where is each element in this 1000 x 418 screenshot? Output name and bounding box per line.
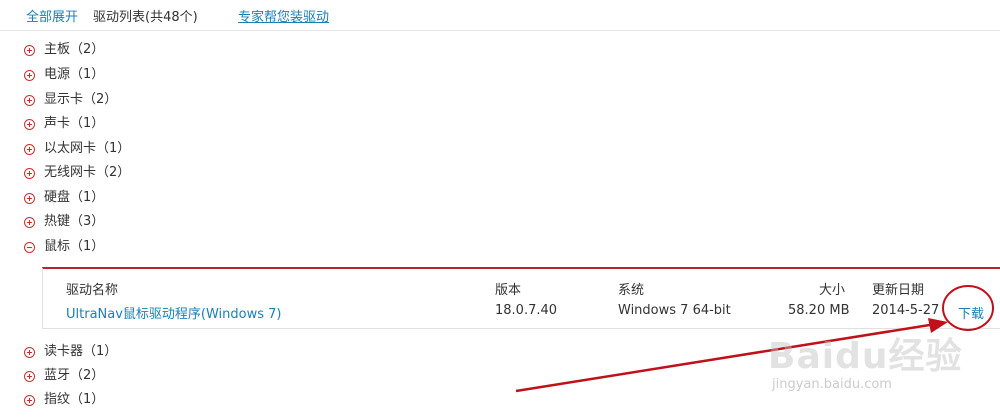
category-mouse[interactable]: 鼠标（1） bbox=[24, 238, 104, 256]
expand-icon[interactable] bbox=[24, 69, 35, 81]
category-fingerprint[interactable]: 指纹（1） bbox=[24, 391, 104, 409]
category-label: 电源（1） bbox=[44, 67, 105, 82]
category-label: 主板（2） bbox=[44, 42, 105, 57]
header-date: 更新日期 bbox=[872, 283, 925, 298]
driver-size: 58.20 MB bbox=[788, 303, 850, 318]
collapse-icon[interactable] bbox=[24, 241, 35, 253]
category-wireless[interactable]: 无线网卡（2） bbox=[24, 164, 130, 182]
category-label: 声卡（1） bbox=[44, 116, 105, 131]
expand-icon[interactable] bbox=[24, 94, 35, 106]
expand-icon[interactable] bbox=[24, 394, 35, 406]
expand-icon[interactable] bbox=[24, 192, 35, 204]
expand-icon[interactable] bbox=[24, 167, 35, 179]
header-driver-name: 驱动名称 bbox=[66, 283, 119, 298]
driver-date: 2014-5-27 bbox=[872, 303, 940, 318]
header-system: 系统 bbox=[618, 283, 645, 298]
expand-icon[interactable] bbox=[24, 346, 35, 358]
annotation-overlay bbox=[515, 285, 994, 393]
expand-icon[interactable] bbox=[24, 118, 35, 130]
category-label: 无线网卡（2） bbox=[44, 165, 131, 180]
expand-icon[interactable] bbox=[24, 216, 35, 228]
category-sound-card[interactable]: 声卡（1） bbox=[24, 115, 104, 133]
category-label: 指纹（1） bbox=[44, 392, 105, 407]
category-card-reader[interactable]: 读卡器（1） bbox=[24, 343, 117, 361]
header-version: 版本 bbox=[495, 283, 522, 298]
expand-all-link[interactable]: 全部展开 bbox=[26, 6, 78, 25]
category-power[interactable]: 电源（1） bbox=[24, 66, 104, 84]
watermark-url: jingyan.baidu.com bbox=[772, 377, 892, 392]
driver-version: 18.0.7.40 bbox=[495, 303, 558, 318]
expand-icon[interactable] bbox=[24, 370, 35, 382]
category-hotkey[interactable]: 热键（3） bbox=[24, 213, 104, 231]
driver-system: Windows 7 64-bit bbox=[618, 303, 731, 318]
expand-icon[interactable] bbox=[24, 44, 35, 56]
watermark-logo: Baidu经验 bbox=[768, 336, 963, 377]
category-display-card[interactable]: 显示卡（2） bbox=[24, 91, 117, 109]
category-label: 热键（3） bbox=[44, 214, 105, 229]
category-label: 鼠标（1） bbox=[44, 239, 105, 254]
category-hard-disk[interactable]: 硬盘（1） bbox=[24, 189, 104, 207]
category-ethernet[interactable]: 以太网卡（1） bbox=[24, 140, 130, 158]
category-label: 以太网卡（1） bbox=[44, 141, 131, 156]
expand-icon[interactable] bbox=[24, 143, 35, 155]
driver-list-page: 全部展开 驱动列表(共48个) 专家帮您装驱动 主板（2） 电源（1） 显示卡（… bbox=[0, 0, 1000, 418]
driver-table: 驱动名称 版本 系统 大小 更新日期 UltraNav鼠标驱动程序(Window… bbox=[42, 267, 1000, 329]
driver-name-link[interactable]: UltraNav鼠标驱动程序(Windows 7) bbox=[66, 303, 282, 322]
expert-help-link[interactable]: 专家帮您装驱动 bbox=[238, 6, 329, 25]
driver-list-title: 驱动列表(共48个) bbox=[93, 10, 198, 25]
category-label: 读卡器（1） bbox=[44, 344, 118, 359]
category-label: 硬盘（1） bbox=[44, 190, 105, 205]
category-bluetooth[interactable]: 蓝牙（2） bbox=[24, 367, 104, 385]
download-link[interactable]: 下载 bbox=[958, 303, 984, 322]
category-mainboard[interactable]: 主板（2） bbox=[24, 41, 104, 59]
category-label: 蓝牙（2） bbox=[44, 368, 105, 383]
baidu-watermark: Baidu经验 jingyan.baidu.com bbox=[768, 327, 988, 407]
category-label: 显示卡（2） bbox=[44, 92, 118, 107]
annotation-arrow-line bbox=[515, 321, 943, 393]
header-bar: 全部展开 驱动列表(共48个) 专家帮您装驱动 bbox=[0, 0, 1000, 31]
header-size: 大小 bbox=[818, 283, 845, 298]
